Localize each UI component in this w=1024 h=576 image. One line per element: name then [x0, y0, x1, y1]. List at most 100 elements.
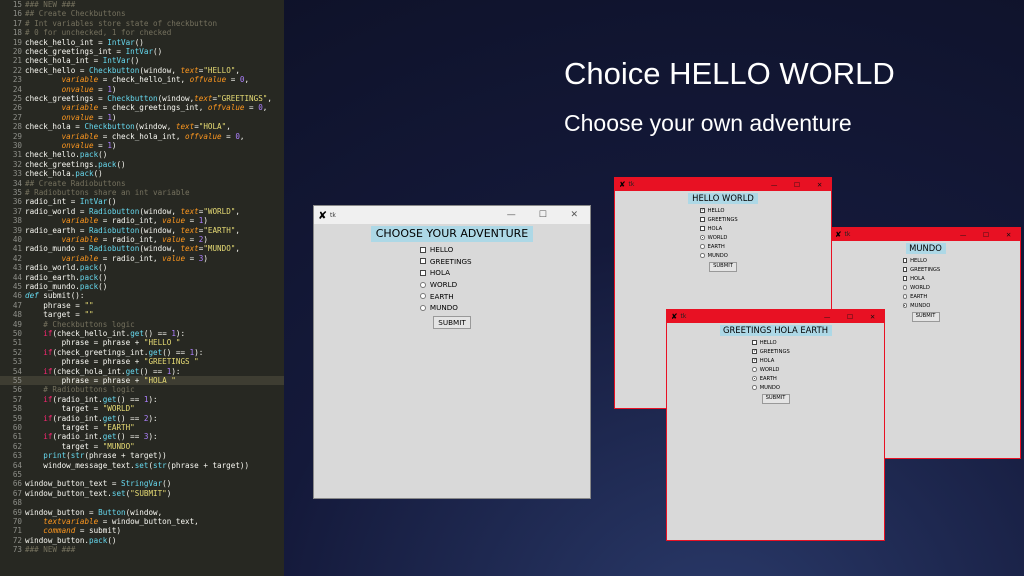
radiobutton-earth[interactable]: EARTH	[752, 374, 777, 383]
radio-indicator[interactable]	[902, 285, 907, 290]
code-line[interactable]: check_greetings_int = IntVar()	[25, 47, 162, 56]
maximize-icon[interactable]: ☐	[975, 231, 998, 239]
code-line[interactable]: if(check_hola_int.get() == 1):	[25, 367, 180, 376]
checkbox-indicator[interactable]: ✓	[700, 208, 705, 213]
code-line[interactable]: check_hola = Checkbutton(window, text="H…	[25, 122, 231, 131]
code-line[interactable]: window_button = Button(window,	[25, 508, 162, 517]
code-line[interactable]: print(str(phrase + target))	[25, 451, 166, 460]
win-main-window[interactable]: ✘ tk — ☐ ✕ CHOOSE YOUR ADVENTURE HELLO GREETING…	[314, 206, 590, 498]
code-line[interactable]: ## Create Checkbuttons	[25, 9, 126, 18]
checkbutton-greetings[interactable]: GREETINGS	[419, 256, 472, 268]
code-line[interactable]: check_hello.pack()	[25, 150, 107, 159]
checkbox-indicator[interactable]	[700, 217, 705, 222]
checkbutton-greetings[interactable]: ✓ GREETINGS	[752, 347, 790, 356]
code-line[interactable]: variable = radio_int, value = 3)	[25, 254, 208, 263]
code-line[interactable]: ## Create Radiobuttons	[25, 179, 126, 188]
win-greetings-hola-earth-window[interactable]: ✘ tk — ☐ ✕ GREETINGS HOLA EARTH HELLO ✓ GREETING…	[667, 310, 884, 540]
checkbox-indicator[interactable]	[700, 226, 705, 231]
code-line[interactable]: # Radiobuttons logic	[25, 385, 134, 394]
checkbutton-hello[interactable]: ✓ HELLO	[700, 206, 724, 215]
radiobutton-world[interactable]: WORLD	[902, 283, 930, 292]
code-line[interactable]: variable = check_hello_int, offvalue = 0…	[25, 75, 249, 84]
title-bar[interactable]: ✘ tk — ☐ ✕	[615, 178, 831, 191]
code-line[interactable]: phrase = phrase + "HOLA "	[25, 376, 176, 385]
code-line[interactable]: if(radio_int.get() == 1):	[25, 395, 157, 404]
code-line[interactable]: variable = check_greetings_int, offvalue…	[25, 103, 268, 112]
checkbutton-hello[interactable]: HELLO	[902, 256, 927, 265]
radio-indicator[interactable]	[419, 281, 426, 288]
code-editor[interactable]: 15 ### NEW ### 16 ## Create Checkbuttons 17 #…	[0, 0, 284, 576]
code-line[interactable]: radio_world.pack()	[25, 263, 107, 272]
checkbox-indicator[interactable]: ✓	[752, 358, 757, 363]
code-line[interactable]: if(check_greetings_int.get() == 1):	[25, 348, 203, 357]
code-line[interactable]: check_hola_int = IntVar()	[25, 56, 139, 65]
checkbutton-hello[interactable]: HELLO	[752, 338, 777, 347]
radio-indicator[interactable]	[419, 304, 426, 311]
checkbox-indicator[interactable]	[902, 258, 907, 263]
code-line[interactable]: # 0 for unchecked, 1 for checked	[25, 28, 171, 37]
radio-indicator[interactable]	[752, 376, 757, 381]
radio-indicator[interactable]	[752, 385, 757, 390]
radio-indicator[interactable]	[752, 367, 757, 372]
radio-indicator[interactable]	[902, 303, 907, 308]
submit-button[interactable]: SUBMIT	[761, 394, 790, 404]
code-line[interactable]: if(check_hello_int.get() == 1):	[25, 329, 185, 338]
maximize-icon[interactable]: ☐	[786, 181, 809, 189]
code-line[interactable]: command = submit)	[25, 526, 121, 535]
title-bar[interactable]: ✘ tk — ☐ ✕	[831, 228, 1020, 241]
title-bar[interactable]: ✘ tk — ☐ ✕	[314, 206, 590, 224]
checkbox-indicator[interactable]	[419, 258, 426, 265]
code-line[interactable]: onvalue = 1)	[25, 85, 117, 94]
checkbox-indicator[interactable]	[902, 267, 907, 272]
checkbox-indicator[interactable]	[419, 269, 426, 276]
code-line[interactable]: check_greetings.pack()	[25, 160, 126, 169]
radiobutton-world[interactable]: WORLD	[419, 279, 457, 291]
checkbutton-greetings[interactable]: GREETINGS	[902, 265, 940, 274]
code-line[interactable]: radio_int = IntVar()	[25, 197, 116, 206]
code-line[interactable]: # Int variables store state of checkbutt…	[25, 19, 217, 28]
radiobutton-mundo[interactable]: MUNDO	[902, 301, 930, 310]
minimize-icon[interactable]: —	[952, 231, 975, 239]
code-line[interactable]: radio_mundo = Radiobutton(window, text="…	[25, 244, 240, 253]
maximize-icon[interactable]: ☐	[527, 210, 559, 220]
code-line[interactable]: variable = radio_int, value = 1)	[25, 216, 208, 225]
code-line[interactable]: check_greetings = Checkbutton(window,tex…	[25, 94, 272, 103]
code-line[interactable]: variable = radio_int, value = 2)	[25, 235, 208, 244]
code-line[interactable]: radio_earth = Radiobutton(window, text="…	[25, 226, 240, 235]
checkbutton-hello[interactable]: HELLO	[419, 244, 453, 256]
checkbutton-hola[interactable]: HOLA	[419, 267, 450, 279]
close-icon[interactable]: ✕	[861, 313, 884, 321]
checkbutton-hola[interactable]: HOLA	[700, 224, 722, 233]
close-icon[interactable]: ✕	[808, 181, 831, 189]
radiobutton-mundo[interactable]: MUNDO	[419, 302, 458, 314]
checkbutton-greetings[interactable]: GREETINGS	[700, 215, 738, 224]
maximize-icon[interactable]: ☐	[839, 313, 862, 321]
checkbox-indicator[interactable]	[902, 276, 907, 281]
code-line[interactable]: target = "MUNDO"	[25, 442, 135, 451]
code-line[interactable]: ### NEW ###	[25, 0, 75, 9]
minimize-icon[interactable]: —	[763, 181, 786, 189]
radiobutton-mundo[interactable]: MUNDO	[700, 251, 728, 260]
code-line[interactable]: check_hello = Checkbutton(window, text="…	[25, 66, 240, 75]
radiobutton-earth[interactable]: EARTH	[419, 290, 454, 302]
code-line[interactable]: target = "WORLD"	[25, 404, 135, 413]
code-line[interactable]: variable = check_hola_int, offvalue = 0,	[25, 132, 245, 141]
code-line[interactable]: onvalue = 1)	[25, 141, 117, 150]
radio-indicator[interactable]	[700, 244, 705, 249]
checkbutton-hola[interactable]: ✓ HOLA	[752, 356, 774, 365]
code-line[interactable]: phrase = phrase + "HELLO "	[25, 338, 181, 347]
radio-indicator[interactable]	[902, 294, 907, 299]
code-line[interactable]: radio_earth.pack()	[25, 273, 107, 282]
code-line[interactable]: if(radio_int.get() == 3):	[25, 432, 157, 441]
title-bar[interactable]: ✘ tk — ☐ ✕	[667, 310, 884, 323]
close-icon[interactable]: ✕	[997, 231, 1020, 239]
code-line[interactable]: def submit():	[25, 291, 84, 300]
code-line[interactable]: check_hello_int = IntVar()	[25, 38, 144, 47]
code-line[interactable]: radio_mundo.pack()	[25, 282, 107, 291]
code-line[interactable]: window_button_text = StringVar()	[25, 479, 171, 488]
code-line[interactable]: window_button_text.set("SUBMIT")	[25, 489, 171, 498]
code-line[interactable]: # Radiobuttons share an int variable	[25, 188, 190, 197]
code-line[interactable]: check_hola.pack()	[25, 169, 103, 178]
code-line[interactable]: onvalue = 1)	[25, 113, 117, 122]
checkbutton-hola[interactable]: HOLA	[902, 274, 925, 283]
